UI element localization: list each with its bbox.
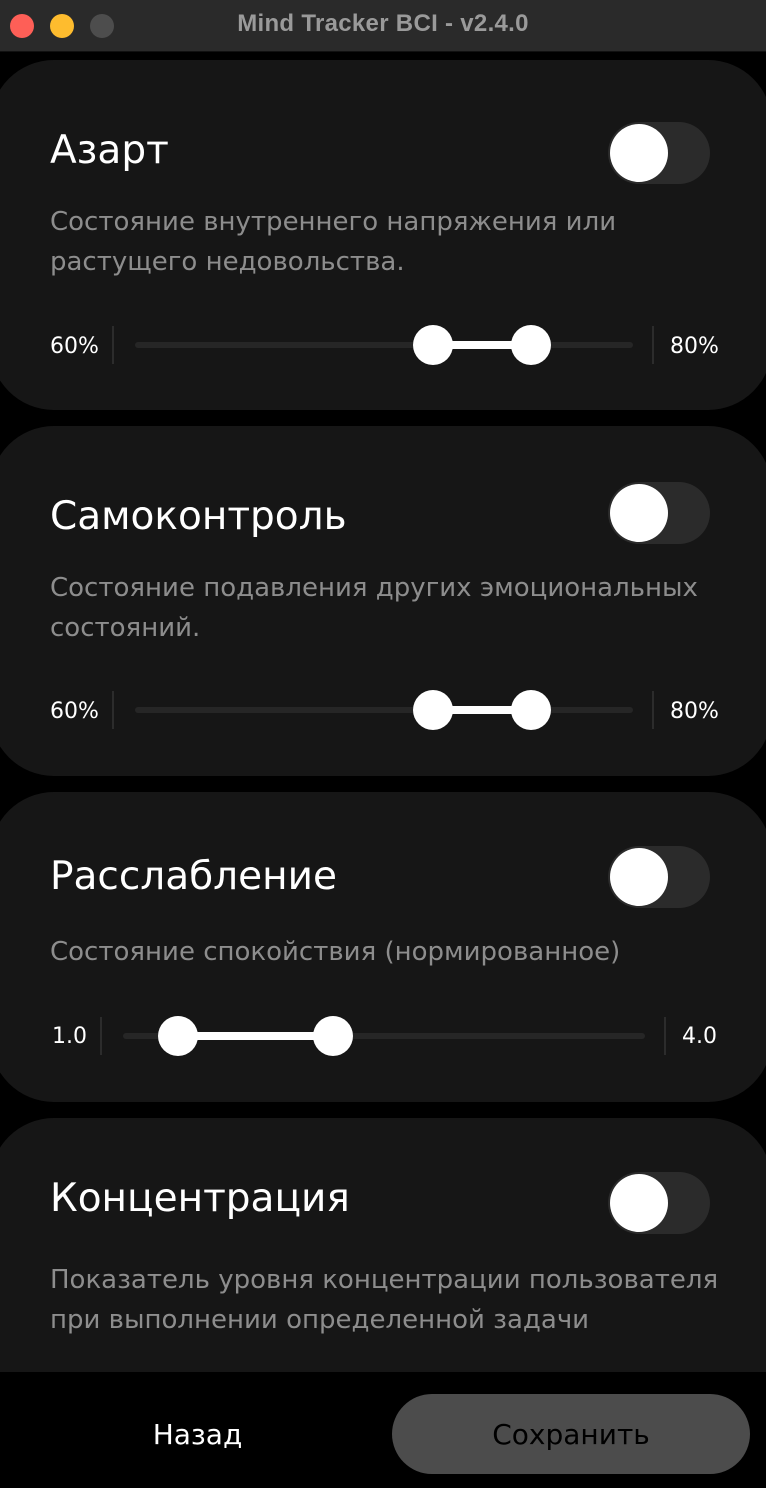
range-thumb-high[interactable]	[313, 1016, 353, 1056]
range-divider	[652, 691, 654, 729]
range-thumb-high[interactable]	[511, 690, 551, 730]
azart-toggle[interactable]	[608, 122, 710, 184]
card-self-control: Самоконтроль Состояние подавления других…	[0, 426, 766, 776]
window-title: Mind Tracker BCI - v2.4.0	[237, 10, 529, 37]
range-track[interactable]	[135, 342, 633, 348]
card-description: Состояние спокойствия (нормированное)	[50, 937, 621, 967]
range-thumb-low[interactable]	[413, 325, 453, 365]
range-min-label: 60%	[50, 699, 99, 724]
card-concentration: Концентрация Показатель уровня концентра…	[0, 1118, 766, 1372]
concentration-toggle[interactable]	[608, 1172, 710, 1234]
range-min-label: 60%	[50, 334, 99, 359]
back-button[interactable]: Назад	[40, 1394, 355, 1474]
range-divider	[112, 691, 114, 729]
range-max-label: 80%	[670, 699, 719, 724]
card-title: Расслабление	[50, 854, 337, 899]
range-track[interactable]	[135, 707, 633, 713]
range-thumb-high[interactable]	[511, 325, 551, 365]
range-divider	[664, 1017, 666, 1055]
save-button[interactable]: Сохранить	[392, 1394, 750, 1474]
range-divider	[112, 326, 114, 364]
range-fill	[178, 1032, 332, 1040]
range-divider	[652, 326, 654, 364]
relaxation-toggle[interactable]	[608, 846, 710, 908]
self-control-toggle[interactable]	[608, 482, 710, 544]
card-title: Концентрация	[50, 1176, 350, 1221]
range-max-label: 80%	[670, 334, 719, 359]
card-description: Состояние подавления других эмоциональны…	[50, 573, 698, 643]
card-description: Состояние внутреннего напряжения или рас…	[50, 207, 617, 277]
title-bar: Mind Tracker BCI - v2.4.0	[0, 0, 766, 52]
range-thumb-low[interactable]	[158, 1016, 198, 1056]
card-title: Азарт	[50, 128, 169, 173]
range-min-label: 1.0	[52, 1024, 87, 1049]
toggle-knob	[610, 848, 668, 906]
toggle-knob	[610, 1174, 668, 1232]
range-thumb-low[interactable]	[413, 690, 453, 730]
card-azart: Азарт Состояние внутреннего напряжения и…	[0, 60, 766, 410]
footer-bar: Назад Сохранить	[0, 1372, 766, 1488]
card-title: Самоконтроль	[50, 494, 347, 539]
range-max-label: 4.0	[682, 1024, 717, 1049]
card-description: Показатель уровня концентрации пользоват…	[50, 1265, 719, 1335]
toggle-knob	[610, 484, 668, 542]
card-relaxation: Расслабление Состояние спокойствия (норм…	[0, 792, 766, 1102]
toggle-knob	[610, 124, 668, 182]
range-divider	[100, 1017, 102, 1055]
settings-list[interactable]: Азарт Состояние внутреннего напряжения и…	[0, 52, 766, 1372]
